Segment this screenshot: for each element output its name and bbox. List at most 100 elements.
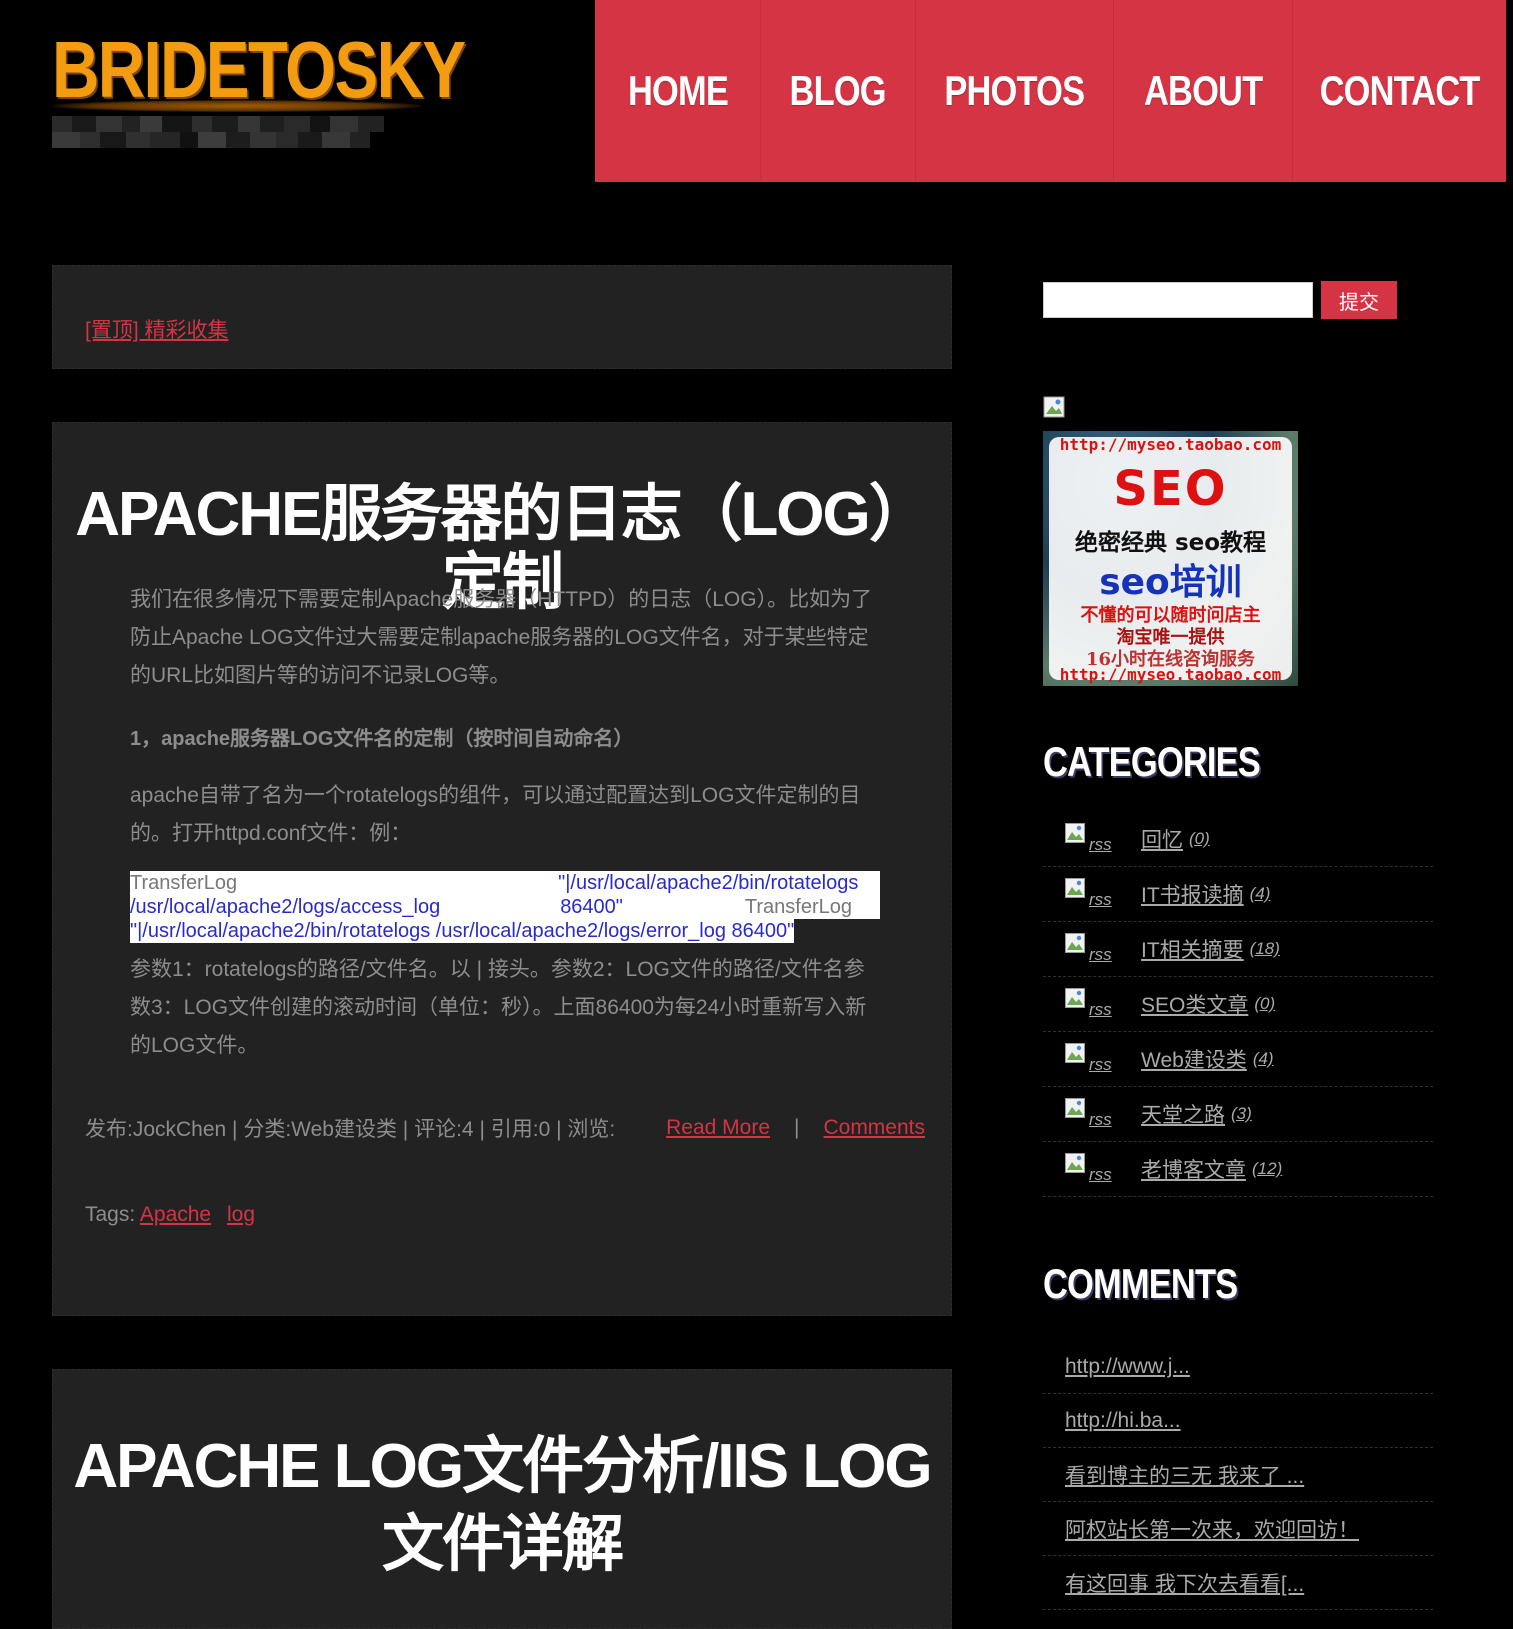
rss-icon[interactable]: rss — [1065, 929, 1131, 969]
post-meta: 发布:JockChen | 分类:Web建设类 | 评论:4 | 引用:0 | … — [85, 1113, 925, 1143]
rss-alt-text: rss — [1089, 1000, 1112, 1019]
ad-line-2: seo培训 — [1099, 562, 1242, 603]
code-path: /usr/local/apache2/logs/access_log — [130, 896, 441, 918]
rss-alt-text: rss — [1089, 835, 1112, 854]
rss-alt-text: rss — [1089, 1165, 1112, 1184]
categories-list: rss 回忆 (0) rss IT书报读摘 (4) rss IT相关摘要 (18… — [1043, 812, 1433, 1197]
code-snippet: TransferLog "|/usr/local/apache2/bin/rota… — [130, 871, 880, 949]
code-line-3: "|/usr/local/apache2/bin/rotatelogs /usr… — [130, 919, 795, 943]
broken-image-icon — [1065, 988, 1085, 1008]
comments-link[interactable]: Comments — [823, 1116, 925, 1140]
tag-link[interactable]: log — [227, 1203, 255, 1226]
code-line-2: /usr/local/apache2/logs/access_log 86400"… — [130, 895, 880, 919]
title-swoosh-decoration — [52, 100, 422, 112]
nav-blog-label: BLOG — [789, 67, 887, 114]
broken-image-icon — [1065, 933, 1085, 953]
comment-item: http://hi.ba... — [1043, 1394, 1433, 1448]
broken-image-icon — [1065, 878, 1085, 898]
comment-item: 阿权站长第一次来，欢迎回访！ — [1043, 1502, 1433, 1556]
category-item: rss 回忆 (0) — [1043, 812, 1433, 867]
tags-label: Tags: — [85, 1203, 136, 1226]
category-item: rss 天堂之路 (3) — [1043, 1087, 1433, 1142]
nav-contact-label: CONTACT — [1319, 67, 1480, 114]
category-link[interactable]: Web建设类 — [1141, 1044, 1247, 1074]
nav-contact[interactable]: CONTACT — [1293, 0, 1506, 182]
post-paragraph: 参数1：rotatelogs的路径/文件名。以 | 接头。参数2：LOG文件的路… — [130, 958, 867, 1057]
rss-alt-text: rss — [1089, 890, 1112, 909]
nav-about[interactable]: ABOUT — [1114, 0, 1293, 182]
category-item: rss IT书报读摘 (4) — [1043, 867, 1433, 922]
category-link[interactable]: SEO类文章 — [1141, 989, 1248, 1019]
code-path: "|/usr/local/apache2/bin/rotatelogs /usr… — [130, 920, 795, 942]
rss-icon[interactable]: rss — [1065, 1094, 1131, 1134]
category-link[interactable]: 老博客文章 — [1141, 1154, 1246, 1184]
broken-image-icon — [1065, 1098, 1085, 1118]
category-count: (0) — [1189, 829, 1210, 848]
category-link[interactable]: IT书报读摘 — [1141, 879, 1244, 909]
comment-link[interactable]: 阿权站长第一次来，欢迎回访！ — [1065, 1514, 1359, 1544]
search-input[interactable] — [1043, 282, 1313, 318]
category-count: (4) — [1249, 884, 1271, 903]
code-number: 86400" — [560, 896, 623, 918]
search-submit-button[interactable]: 提交 — [1321, 281, 1397, 319]
site-title[interactable]: BRIDETOSKY — [52, 30, 466, 110]
nav-about-label: ABOUT — [1143, 67, 1263, 114]
category-link[interactable]: 天堂之路 — [1141, 1099, 1225, 1129]
comment-link[interactable]: http://hi.ba... — [1065, 1409, 1181, 1433]
comment-item: 看到博主的三无 我来了 ... — [1043, 1448, 1433, 1502]
ad-url-bottom: http://myseo.taobao.com — [1059, 665, 1282, 684]
sticky-link[interactable]: [置顶] 精彩收集 — [85, 314, 229, 344]
rss-icon[interactable]: rss — [1065, 874, 1131, 914]
nav-photos[interactable]: PHOTOS — [916, 0, 1114, 182]
category-item: rss SEO类文章 (0) — [1043, 977, 1433, 1032]
action-separator: | — [794, 1116, 800, 1139]
main-nav: HOME BLOG PHOTOS ABOUT CONTACT — [595, 0, 1506, 182]
category-count: (18) — [1249, 939, 1280, 958]
rss-alt-text: rss — [1089, 1055, 1112, 1074]
rss-icon[interactable]: rss — [1065, 1039, 1131, 1079]
category-link[interactable]: IT相关摘要 — [1141, 934, 1244, 964]
comments-heading: COMMENTS — [1043, 1260, 1238, 1307]
recent-comments-list: http://www.j... http://hi.ba... 看到博主的三无 … — [1043, 1340, 1433, 1610]
page-edge — [1506, 0, 1513, 1602]
category-item: rss Web建设类 (4) — [1043, 1032, 1433, 1087]
post-article: APACHE LOG文件分析/IIS LOG文件详解 — [52, 1369, 952, 1629]
category-item: rss IT相关摘要 (18) — [1043, 922, 1433, 977]
category-count: (3) — [1231, 1104, 1252, 1123]
category-count: (4) — [1252, 1049, 1274, 1068]
read-more-link[interactable]: Read More — [666, 1116, 770, 1140]
ad-seo-text: SEO — [1113, 461, 1228, 517]
comment-link[interactable]: 看到博主的三无 我来了 ... — [1065, 1460, 1304, 1490]
code-line-1: TransferLog "|/usr/local/apache2/bin/rota… — [130, 871, 880, 895]
rss-alt-text: rss — [1089, 945, 1112, 964]
category-count: (12) — [1252, 1159, 1283, 1178]
code-path: "|/usr/local/apache2/bin/rotatelogs — [558, 872, 859, 894]
post-article: APACHE服务器的日志（LOG）定制 我们在很多情况下需要定制Apache服务… — [52, 422, 952, 1316]
category-link[interactable]: 回忆 — [1141, 824, 1183, 854]
categories-heading: CATEGORIES — [1043, 738, 1261, 785]
post-subheading: 1，apache服务器LOG文件名的定制（按时间自动命名） — [130, 728, 634, 750]
ad-url-top: http://myseo.taobao.com — [1059, 435, 1282, 454]
broken-image-icon — [1043, 396, 1065, 418]
broken-image-icon — [1065, 1043, 1085, 1063]
code-keyword: TransferLog — [130, 872, 238, 894]
tagline-pixelated — [52, 116, 392, 148]
category-count: (0) — [1254, 994, 1276, 1013]
post-paragraph: apache自带了名为一个rotatelogs的组件，可以通过配置达到LOG文件… — [130, 784, 861, 845]
post-meta-text: 发布:JockChen | 分类:Web建设类 | 评论:4 | 引用:0 | … — [85, 1118, 616, 1141]
ad-line-1: 绝密经典 seo教程 — [1074, 530, 1267, 556]
post-actions: Read More | Comments — [666, 1116, 925, 1140]
post-title[interactable]: APACHE LOG文件分析/IIS LOG文件详解 — [53, 1428, 951, 1583]
rss-icon[interactable]: rss — [1065, 819, 1131, 859]
tag-link[interactable]: Apache — [140, 1203, 211, 1226]
seo-ad-banner[interactable]: http://myseo.taobao.com SEO 绝密经典 seo教程 s… — [1043, 431, 1298, 686]
nav-photos-label: PHOTOS — [944, 67, 1086, 114]
comment-link[interactable]: 有这回事 我下次去看看[... — [1065, 1568, 1304, 1598]
broken-image-icon — [1065, 823, 1085, 843]
broken-image-icon — [1065, 1153, 1085, 1173]
nav-blog[interactable]: BLOG — [761, 0, 916, 182]
comment-link[interactable]: http://www.j... — [1065, 1355, 1190, 1379]
rss-icon[interactable]: rss — [1065, 1149, 1131, 1189]
rss-icon[interactable]: rss — [1065, 984, 1131, 1024]
nav-home[interactable]: HOME — [595, 0, 761, 182]
